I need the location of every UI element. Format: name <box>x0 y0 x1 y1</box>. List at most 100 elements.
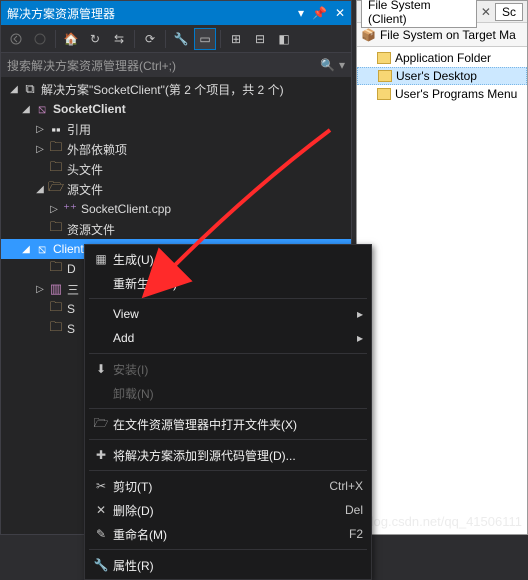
references-node[interactable]: ▷ ▪▪ 引用 <box>1 119 351 139</box>
dropdown-icon[interactable]: ▾ <box>298 6 304 20</box>
file-system-toolbar: 📦 File System on Target Ma <box>357 23 527 47</box>
stub-label: D <box>65 262 76 276</box>
ctx-label: 生成(U) <box>113 251 363 268</box>
chevron-right-icon[interactable]: ▷ <box>33 284 47 295</box>
solution-toolbar: 🏠 ↻ ⇆ ⟳ 🔧 ▭ ⊞ ⊟ ◧ <box>1 25 351 53</box>
ctx-label: 将解决方案添加到源代码管理(D)... <box>113 447 363 464</box>
filter-icon: ▥ <box>47 281 65 297</box>
headers-node[interactable]: 🗀 头文件 <box>1 159 351 179</box>
chevron-down-icon[interactable]: ◢ <box>19 244 33 255</box>
ctx-label: 在文件资源管理器中打开文件夹(X) <box>113 416 363 433</box>
toolbar-separator <box>220 30 221 48</box>
ctx-rename[interactable]: ✎ 重命名(M) F2 <box>85 522 371 546</box>
ctx-label: 卸载(N) <box>113 385 363 402</box>
collapse-button[interactable]: ⇆ <box>108 28 130 50</box>
sync-button[interactable]: ↻ <box>84 28 106 50</box>
ctx-rebuild[interactable]: 重新生成(E) <box>85 271 371 295</box>
ctx-label: View <box>113 307 347 321</box>
properties-button[interactable]: 🔧 <box>170 28 192 50</box>
ctx-build[interactable]: ▦ 生成(U) <box>85 247 371 271</box>
source-control-icon: ✚ <box>89 448 113 462</box>
file-system-panel: File System (Client) ✕ Sc 📦 File System … <box>356 0 528 535</box>
ctx-separator <box>89 470 367 471</box>
folder-open-icon: 🗁 <box>47 178 65 200</box>
cpp-file-node[interactable]: ▷ ⁺⁺ SocketClient.cpp <box>1 199 351 219</box>
headers-label: 头文件 <box>65 161 103 178</box>
ctx-view[interactable]: View ▸ <box>85 302 371 326</box>
project-label: Client <box>51 242 84 256</box>
chevron-down-icon[interactable]: ◢ <box>33 184 47 195</box>
refresh-button[interactable]: ⟳ <box>139 28 161 50</box>
external-deps-node[interactable]: ▷ 🗀 外部依赖项 <box>1 139 351 159</box>
ctx-separator <box>89 549 367 550</box>
cpp-file-label: SocketClient.cpp <box>79 202 171 216</box>
show-all-button[interactable]: ▭ <box>194 28 216 50</box>
file-system-tab[interactable]: File System (Client) <box>361 0 477 28</box>
secondary-tab[interactable]: Sc <box>495 3 523 21</box>
submenu-arrow-icon: ▸ <box>357 331 363 345</box>
forward-button[interactable] <box>29 28 51 50</box>
chevron-right-icon[interactable]: ▷ <box>33 144 47 155</box>
file-system-tabbar: File System (Client) ✕ Sc <box>357 1 527 23</box>
chevron-down-icon[interactable]: ◢ <box>19 104 33 115</box>
resources-node[interactable]: 🗀 资源文件 <box>1 219 351 239</box>
view-button-3[interactable]: ◧ <box>273 28 295 50</box>
file-system-title: File System on Target Ma <box>380 28 516 42</box>
stub-label: 三 <box>65 281 79 298</box>
chevron-right-icon[interactable]: ▷ <box>33 124 47 135</box>
folder-icon: 🗀 <box>47 218 65 240</box>
tab-label: File System (Client) <box>368 0 470 26</box>
external-deps-label: 外部依赖项 <box>65 141 127 158</box>
chevron-right-icon[interactable]: ▷ <box>47 204 61 215</box>
folder-label: Application Folder <box>395 51 491 65</box>
ctx-label: 属性(R) <box>113 557 363 574</box>
resources-label: 资源文件 <box>65 221 115 238</box>
sources-node[interactable]: ◢ 🗁 源文件 <box>1 179 351 199</box>
cut-icon: ✂ <box>89 479 113 493</box>
ctx-label: 重命名(M) <box>113 526 339 543</box>
tab-label: Sc <box>502 5 516 19</box>
solution-node[interactable]: ◢ ⧉ 解决方案"SocketClient"(第 2 个项目，共 2 个) <box>1 79 351 99</box>
desktop-folder-row[interactable]: User's Desktop <box>357 67 527 85</box>
cpp-file-icon: ⁺⁺ <box>61 201 79 217</box>
stub-label: S <box>65 322 75 336</box>
pin-icon[interactable]: 📌 <box>312 6 327 20</box>
folder-icon <box>378 70 392 82</box>
ctx-delete[interactable]: ✕ 删除(D) Del <box>85 498 371 522</box>
ctx-shortcut: Ctrl+X <box>329 479 363 493</box>
solution-label: 解决方案"SocketClient"(第 2 个项目，共 2 个) <box>39 81 284 98</box>
search-controls: 🔍 ▾ <box>320 58 345 72</box>
chevron-down-icon[interactable]: ◢ <box>7 84 21 95</box>
project-node-socketclient[interactable]: ◢ ⧅ SocketClient <box>1 99 351 119</box>
view-button-2[interactable]: ⊟ <box>249 28 271 50</box>
folder-icon <box>377 88 391 100</box>
ctx-add[interactable]: Add ▸ <box>85 326 371 350</box>
ctx-cut[interactable]: ✂ 剪切(T) Ctrl+X <box>85 474 371 498</box>
search-dropdown-icon[interactable]: ▾ <box>339 58 345 72</box>
back-button[interactable] <box>5 28 27 50</box>
context-menu: ▦ 生成(U) 重新生成(E) View ▸ Add ▸ ⬇ 安装(I) 卸载(… <box>84 244 372 580</box>
view-button-1[interactable]: ⊞ <box>225 28 247 50</box>
ctx-install: ⬇ 安装(I) <box>85 357 371 381</box>
submenu-arrow-icon: ▸ <box>357 307 363 321</box>
file-system-icon: 📦 <box>361 28 376 42</box>
delete-icon: ✕ <box>89 503 113 517</box>
app-folder-row[interactable]: Application Folder <box>357 49 527 67</box>
ctx-separator <box>89 439 367 440</box>
close-icon[interactable]: ✕ <box>335 6 345 20</box>
ctx-label: 安装(I) <box>113 361 363 378</box>
install-icon: ⬇ <box>89 362 113 376</box>
folder-icon: 🗀 <box>47 138 65 160</box>
ctx-properties[interactable]: 🔧 属性(R) <box>85 553 371 577</box>
properties-icon: 🔧 <box>89 558 113 572</box>
search-icon[interactable]: 🔍 <box>320 58 335 72</box>
ctx-open-folder[interactable]: 🗁 在文件资源管理器中打开文件夹(X) <box>85 412 371 436</box>
folder-label: User's Programs Menu <box>395 87 517 101</box>
ctx-unload: 卸载(N) <box>85 381 371 405</box>
ctx-separator <box>89 408 367 409</box>
programs-menu-row[interactable]: User's Programs Menu <box>357 85 527 103</box>
ctx-add-scc[interactable]: ✚ 将解决方案添加到源代码管理(D)... <box>85 443 371 467</box>
home-button[interactable]: 🏠 <box>60 28 82 50</box>
tab-close-icon[interactable]: ✕ <box>481 5 491 19</box>
search-box[interactable]: 搜索解决方案资源管理器(Ctrl+;) 🔍 ▾ <box>1 53 351 77</box>
